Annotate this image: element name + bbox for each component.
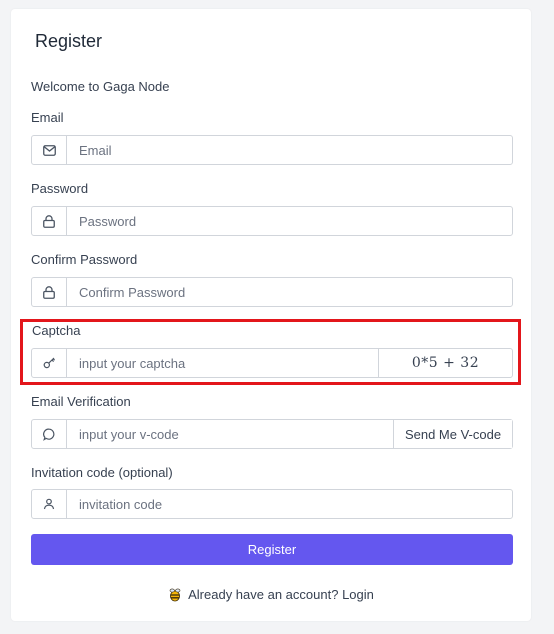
captcha-label: Captcha bbox=[32, 323, 81, 338]
login-prompt-text: Already have an account? bbox=[188, 587, 339, 602]
email-input[interactable] bbox=[67, 136, 512, 164]
email-label: Email bbox=[31, 110, 64, 125]
email-field-group bbox=[31, 135, 513, 165]
login-link[interactable]: Login bbox=[342, 587, 374, 602]
send-vcode-button[interactable]: Send Me V-code bbox=[393, 420, 512, 448]
captcha-input[interactable] bbox=[67, 349, 378, 377]
key-icon bbox=[32, 349, 67, 377]
mail-icon bbox=[32, 136, 67, 164]
vcode-input[interactable] bbox=[67, 420, 393, 448]
welcome-text: Welcome to Gaga Node bbox=[31, 79, 170, 94]
password-input[interactable] bbox=[67, 207, 512, 235]
captcha-field-group: 0*5 + 32 bbox=[31, 348, 513, 378]
invitation-field-group bbox=[31, 489, 513, 519]
chat-bubble-icon bbox=[32, 420, 67, 448]
user-icon bbox=[32, 490, 67, 518]
confirm-password-field-group bbox=[31, 277, 513, 307]
email-verification-field-group: Send Me V-code bbox=[31, 419, 513, 449]
bee-icon bbox=[168, 587, 182, 602]
register-button[interactable]: Register bbox=[31, 534, 513, 565]
register-card: Register Welcome to Gaga Node Email Pass… bbox=[11, 9, 531, 621]
password-field-group bbox=[31, 206, 513, 236]
lock-icon bbox=[32, 278, 67, 306]
captcha-challenge[interactable]: 0*5 + 32 bbox=[378, 349, 512, 377]
email-verification-label: Email Verification bbox=[31, 394, 131, 409]
invitation-code-input[interactable] bbox=[67, 490, 512, 518]
confirm-password-label: Confirm Password bbox=[31, 252, 138, 267]
invitation-label: Invitation code (optional) bbox=[31, 465, 173, 480]
password-label: Password bbox=[31, 181, 89, 196]
login-prompt: Already have an account? Login bbox=[11, 587, 531, 602]
lock-icon bbox=[32, 207, 67, 235]
page-title: Register bbox=[35, 31, 103, 51]
confirm-password-input[interactable] bbox=[67, 278, 512, 306]
